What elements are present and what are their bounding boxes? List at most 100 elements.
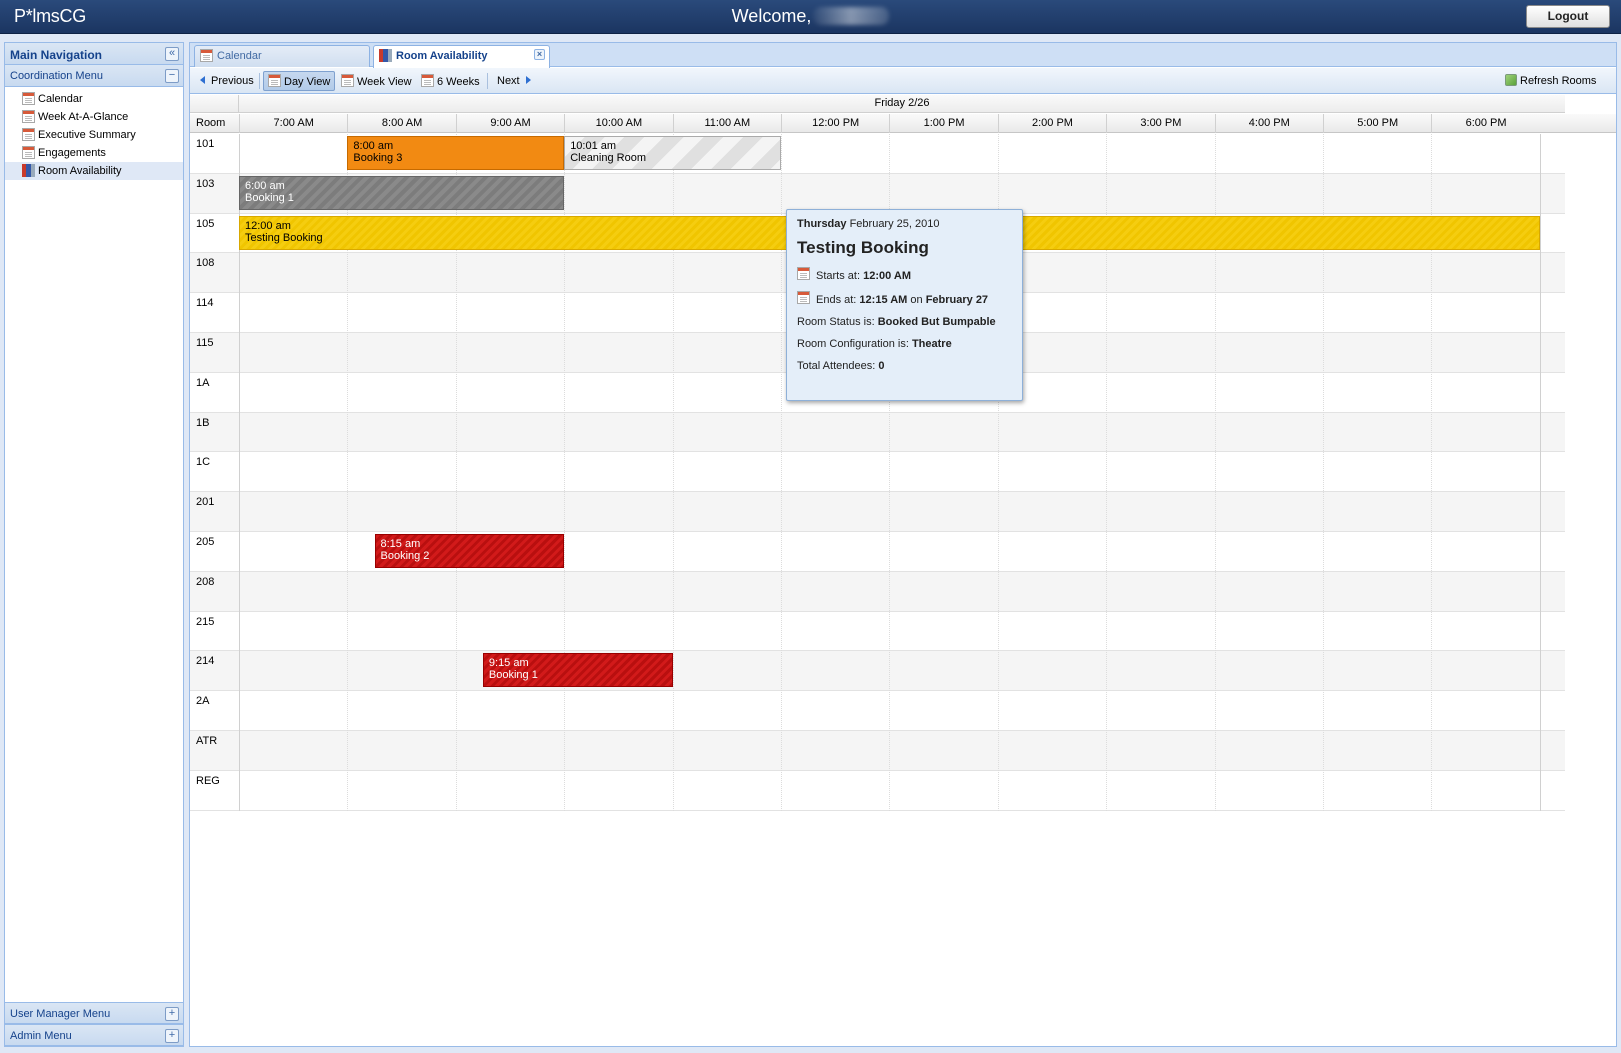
room-row[interactable]: 1C (190, 452, 1565, 493)
day-view-button[interactable]: Day View (263, 71, 336, 91)
refresh-rooms-button[interactable]: Refresh Rooms (1500, 71, 1601, 91)
config-label: Room Configuration is: (797, 338, 909, 350)
room-label: 1A (196, 376, 210, 389)
booking-time: 10:01 am (570, 140, 617, 152)
sidebar: Main Navigation « Coordination Menu − Ca… (4, 42, 184, 1047)
hour-label: 2:00 PM (997, 114, 1106, 133)
coordination-menu-header[interactable]: Coordination Menu − (5, 65, 183, 87)
room-label: 114 (196, 297, 214, 310)
tooltip-ends: Ends at: 12:15 AM on February 27 (797, 291, 1012, 306)
room-label: REG (196, 774, 220, 787)
tooltip-room-config: Room Configuration is: Theatre (797, 338, 1012, 350)
hour-label: 11:00 AM (672, 114, 781, 133)
room-row[interactable]: 1B (190, 412, 1565, 453)
expand-plus-icon[interactable]: + (165, 1029, 179, 1043)
config-value: Theatre (911, 338, 952, 350)
next-label: Next (497, 75, 520, 87)
toolbar: Previous Day View Week View 6 Weeks Next… (190, 68, 1616, 94)
booking-event[interactable]: 10:01 am Cleaning Room (564, 136, 781, 170)
booking-time: 8:15 am (380, 538, 421, 550)
logout-button[interactable]: Logout (1526, 5, 1610, 28)
sidebar-item-label: Calendar (38, 93, 83, 105)
booking-event[interactable]: 9:15 am Booking 1 (482, 653, 673, 688)
six-weeks-button[interactable]: 6 Weeks (416, 71, 485, 91)
room-row[interactable]: 215 (190, 612, 1565, 652)
tab-room-availability[interactable]: Room Availability × (373, 45, 550, 68)
sidebar-item-executive-summary[interactable]: Executive Summary (5, 126, 183, 144)
starts-label: Starts at: (816, 270, 861, 282)
next-button[interactable]: Next (492, 71, 536, 91)
tab-calendar[interactable]: Calendar (194, 45, 370, 67)
booking-time: 8:00 am (353, 140, 394, 152)
hour-label: 1:00 PM (889, 114, 997, 133)
room-row[interactable]: REG (190, 771, 1565, 811)
room-row[interactable]: 208 (190, 571, 1565, 612)
arrow-left-icon (200, 76, 205, 84)
room-label: 205 (196, 536, 215, 548)
room-row[interactable]: 2A (190, 691, 1565, 731)
date-header: Friday 2/26 (239, 95, 1565, 113)
booking-event[interactable]: 8:15 am Booking 2 (374, 534, 565, 568)
top-bar: P*lmsCG Welcome, Logout (0, 0, 1621, 34)
room-label: 101 (196, 138, 215, 150)
hour-label: 3:00 PM (1106, 114, 1214, 133)
room-row[interactable]: 214 (190, 651, 1565, 692)
ends-date: February 27 (925, 294, 989, 306)
tooltip-date-text: February 25, 2010 (849, 218, 940, 230)
attendees-label: Total Attendees: (797, 360, 876, 372)
booking-event[interactable]: 6:00 am Booking 1 (239, 175, 565, 210)
room-availability-icon (22, 164, 35, 177)
room-row[interactable]: 201 (190, 492, 1565, 532)
main-navigation-title: Main Navigation (10, 48, 103, 62)
six-weeks-label: 6 Weeks (437, 76, 480, 88)
previous-label: Previous (211, 75, 254, 87)
hour-label: 4:00 PM (1214, 114, 1323, 133)
calendar-icon (22, 146, 35, 159)
room-label: 105 (196, 217, 215, 230)
booking-name: Cleaning Room (570, 152, 647, 164)
welcome-text: Welcome, (731, 6, 812, 26)
room-label: ATR (196, 735, 218, 747)
sidebar-item-label: Room Availability (38, 165, 122, 177)
booking-name: Booking 1 (488, 669, 538, 682)
booking-tooltip: Thursday February 25, 2010 Testing Booki… (786, 209, 1023, 401)
sidebar-item-week-at-a-glance[interactable]: Week At-A-Glance (5, 108, 183, 126)
main-panel: Calendar Room Availability × Previous Da… (189, 42, 1617, 1047)
hour-label: 10:00 AM (564, 114, 672, 133)
tooltip-title: Testing Booking (797, 238, 929, 257)
sidebar-item-calendar[interactable]: Calendar (5, 90, 183, 108)
booking-time: 6:00 am (245, 179, 285, 192)
previous-button[interactable]: Previous (195, 71, 259, 91)
booking-time: 9:15 am (488, 657, 529, 670)
tab-label: Room Availability (396, 50, 488, 62)
ends-on: on (910, 294, 923, 306)
room-label: 2A (196, 695, 210, 708)
welcome-message: Welcome, (0, 6, 1621, 27)
admin-menu-header[interactable]: Admin Menu + (5, 1024, 183, 1046)
booking-name: Booking 1 (245, 191, 294, 204)
hour-label: 6:00 PM (1431, 114, 1539, 133)
starts-value: 12:00 AM (863, 270, 911, 282)
toolbar-separator (259, 73, 260, 89)
main-navigation-header: Main Navigation « (5, 43, 183, 65)
booking-event[interactable]: 8:00 am Booking 3 (347, 136, 565, 170)
user-manager-menu-title: User Manager Menu (10, 1008, 111, 1020)
week-view-button[interactable]: Week View (336, 71, 417, 91)
room-label: 108 (196, 257, 215, 270)
close-icon[interactable]: × (534, 49, 545, 60)
hour-header: Room 7:00 AM 8:00 AM 9:00 AM 10:00 AM 11:00 … (190, 114, 1616, 133)
collapse-minus-icon[interactable]: − (165, 69, 179, 83)
calendar-icon (22, 92, 35, 105)
sidebar-item-room-availability[interactable]: Room Availability (5, 162, 183, 180)
tooltip-starts: Starts at: 12:00 AM (797, 267, 1012, 282)
user-manager-menu-header[interactable]: User Manager Menu + (5, 1002, 183, 1024)
double-chevron-left-icon[interactable]: « (165, 47, 179, 61)
calendar-icon (22, 110, 35, 123)
calendar-icon (341, 74, 354, 87)
calendar-icon (797, 267, 810, 280)
expand-plus-icon[interactable]: + (165, 1007, 179, 1021)
room-row[interactable]: ATR (190, 731, 1565, 771)
calendar-icon (421, 74, 434, 87)
arrow-right-icon (525, 76, 531, 84)
sidebar-item-engagements[interactable]: Engagements (5, 144, 183, 162)
